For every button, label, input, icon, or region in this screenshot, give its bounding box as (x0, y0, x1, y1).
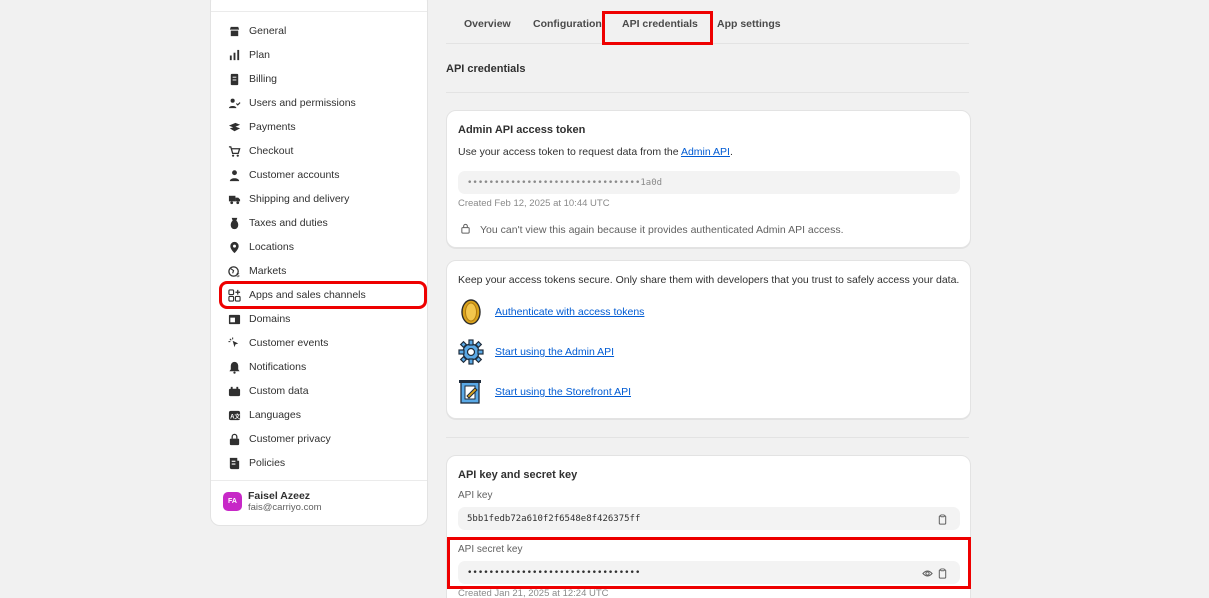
admin-token-field[interactable]: ••••••••••••••••••••••••••••••••1a0d (458, 171, 960, 194)
active-tab-highlight (602, 11, 713, 45)
admin-token-created: Created Feb 12, 2025 at 10:44 UTC (458, 198, 610, 209)
truck-icon (227, 192, 241, 206)
secret-key-highlight (447, 537, 971, 589)
sidebar-item-policies[interactable]: Policies (221, 451, 425, 475)
sidebar-item-custom-data[interactable]: Custom data (221, 379, 425, 403)
sidebar-item-label: Notifications (249, 361, 307, 373)
sidebar-item-label: Users and permissions (249, 97, 356, 109)
bell-icon (227, 360, 241, 374)
plan-icon (227, 48, 241, 62)
sidebar-item-label: Plan (249, 49, 271, 61)
coin-icon (458, 299, 484, 325)
sidebar-item-label: Custom data (249, 385, 309, 397)
sidebar-item-label: Customer accounts (249, 169, 340, 181)
sidebar-item-users-and-permissions[interactable]: Users and permissions (221, 91, 425, 115)
sidebar-item-label: Locations (249, 241, 294, 253)
custom-data-icon (227, 384, 241, 398)
cursor-icon (227, 336, 241, 350)
admin-token-warning: You can't view this again because it pro… (460, 223, 844, 237)
sidebar-item-payments[interactable]: Payments (221, 115, 425, 139)
sidebar-item-label: Customer events (249, 337, 329, 349)
sidebar-item-apps-and-sales-channels[interactable]: Apps and sales channels (219, 281, 427, 309)
sidebar-item-customer-events[interactable]: Customer events (221, 331, 425, 355)
lock-icon (460, 223, 480, 237)
api-key-field[interactable]: 5bb1fedb72a610f2f6548e8f426375ff (458, 507, 960, 530)
location-icon (227, 240, 241, 254)
svg-text:$: $ (236, 273, 239, 278)
sidebar-item-label: Languages (249, 409, 301, 421)
admin-token-card: Admin API access token Use your access t… (446, 110, 971, 248)
authenticate-tokens-link[interactable]: Authenticate with access tokens (495, 306, 644, 318)
gear-icon (458, 339, 484, 365)
admin-api-link[interactable]: Admin API (681, 146, 730, 158)
globe-icon: $ (227, 264, 241, 278)
sidebar-item-label: Payments (249, 121, 296, 133)
api-keys-created: Created Jan 21, 2025 at 12:24 UTC (458, 588, 609, 598)
tax-icon (227, 216, 241, 230)
section-divider (446, 92, 969, 93)
user-profile[interactable]: FA Faisel Azeez fais@carriyo.com (223, 490, 322, 513)
admin-api-row[interactable]: Start using the Admin API (458, 339, 614, 365)
user-name: Faisel Azeez (248, 490, 311, 502)
sidebar-divider (211, 480, 427, 481)
sidebar-item-customer-accounts[interactable]: Customer accounts (221, 163, 425, 187)
person-icon (227, 168, 241, 182)
admin-token-title: Admin API access token (458, 124, 586, 136)
payments-icon (227, 120, 241, 134)
sidebar-item-label: Customer privacy (249, 433, 331, 445)
sidebar-item-customer-privacy[interactable]: Customer privacy (221, 427, 425, 451)
storefront-api-guide-link[interactable]: Start using the Storefront API (495, 386, 631, 398)
user-email: fais@carriyo.com (248, 502, 322, 513)
settings-sidebar: General Plan Billing Users and permissions P… (210, 0, 428, 526)
sidebar-item-general[interactable]: General (221, 19, 425, 43)
sidebar-item-billing[interactable]: Billing (221, 67, 425, 91)
sidebar-item-plan[interactable]: Plan (221, 43, 425, 67)
users-icon (227, 96, 241, 110)
sidebar-item-label: Policies (249, 457, 286, 469)
copy-icon[interactable] (937, 513, 948, 525)
sidebar-item-label: Billing (249, 73, 278, 85)
sidebar-item-domains[interactable]: Domains (221, 307, 425, 331)
auth-tokens-row[interactable]: Authenticate with access tokens (458, 299, 644, 325)
sidebar-item-label: Markets (249, 265, 287, 277)
sidebar-item-taxes-and-duties[interactable]: Taxes and duties (221, 211, 425, 235)
sidebar-item-checkout[interactable]: Checkout (221, 139, 425, 163)
sidebar-item-label: General (249, 25, 287, 37)
sidebar-item-label: Shipping and delivery (249, 193, 350, 205)
sidebar-item-notifications[interactable]: Notifications (221, 355, 425, 379)
api-key-label: API key (458, 490, 493, 501)
lock-icon (227, 432, 241, 446)
domains-icon (227, 312, 241, 326)
sidebar-item-label: Checkout (249, 145, 294, 157)
admin-api-guide-link[interactable]: Start using the Admin API (495, 346, 614, 358)
storefront-icon (458, 379, 484, 405)
page-title: API credentials (446, 63, 526, 75)
settings-nav: General Plan Billing Users and permissions P… (219, 19, 427, 475)
tab-configuration[interactable]: Configuration (533, 18, 602, 30)
sidebar-item-markets[interactable]: $ Markets (221, 259, 425, 283)
sidebar-item-languages[interactable]: A 文 Languages (221, 403, 425, 427)
security-text: Keep your access tokens secure. Only sha… (458, 274, 960, 286)
api-keys-title: API key and secret key (458, 469, 578, 481)
policy-icon (227, 456, 241, 470)
avatar: FA (223, 492, 242, 511)
apps-icon (227, 288, 241, 302)
sidebar-divider (211, 11, 427, 12)
tab-overview[interactable]: Overview (464, 18, 511, 30)
svg-text:文: 文 (234, 412, 240, 420)
section-divider (446, 437, 969, 438)
sidebar-item-shipping-and-delivery[interactable]: Shipping and delivery (221, 187, 425, 211)
tab-app-settings[interactable]: App settings (717, 18, 781, 30)
language-icon: A文 (227, 408, 241, 422)
security-tips-card: Keep your access tokens secure. Only sha… (446, 260, 971, 419)
billing-icon (227, 72, 241, 86)
sidebar-item-label: Apps and sales channels (249, 289, 366, 301)
cart-icon (227, 144, 241, 158)
storefront-api-row[interactable]: Start using the Storefront API (458, 379, 631, 405)
sidebar-item-label: Domains (249, 313, 291, 325)
sidebar-item-locations[interactable]: Locations (221, 235, 425, 259)
store-icon (227, 24, 241, 38)
sidebar-item-label: Taxes and duties (249, 217, 328, 229)
admin-token-description: Use your access token to request data fr… (458, 146, 733, 158)
